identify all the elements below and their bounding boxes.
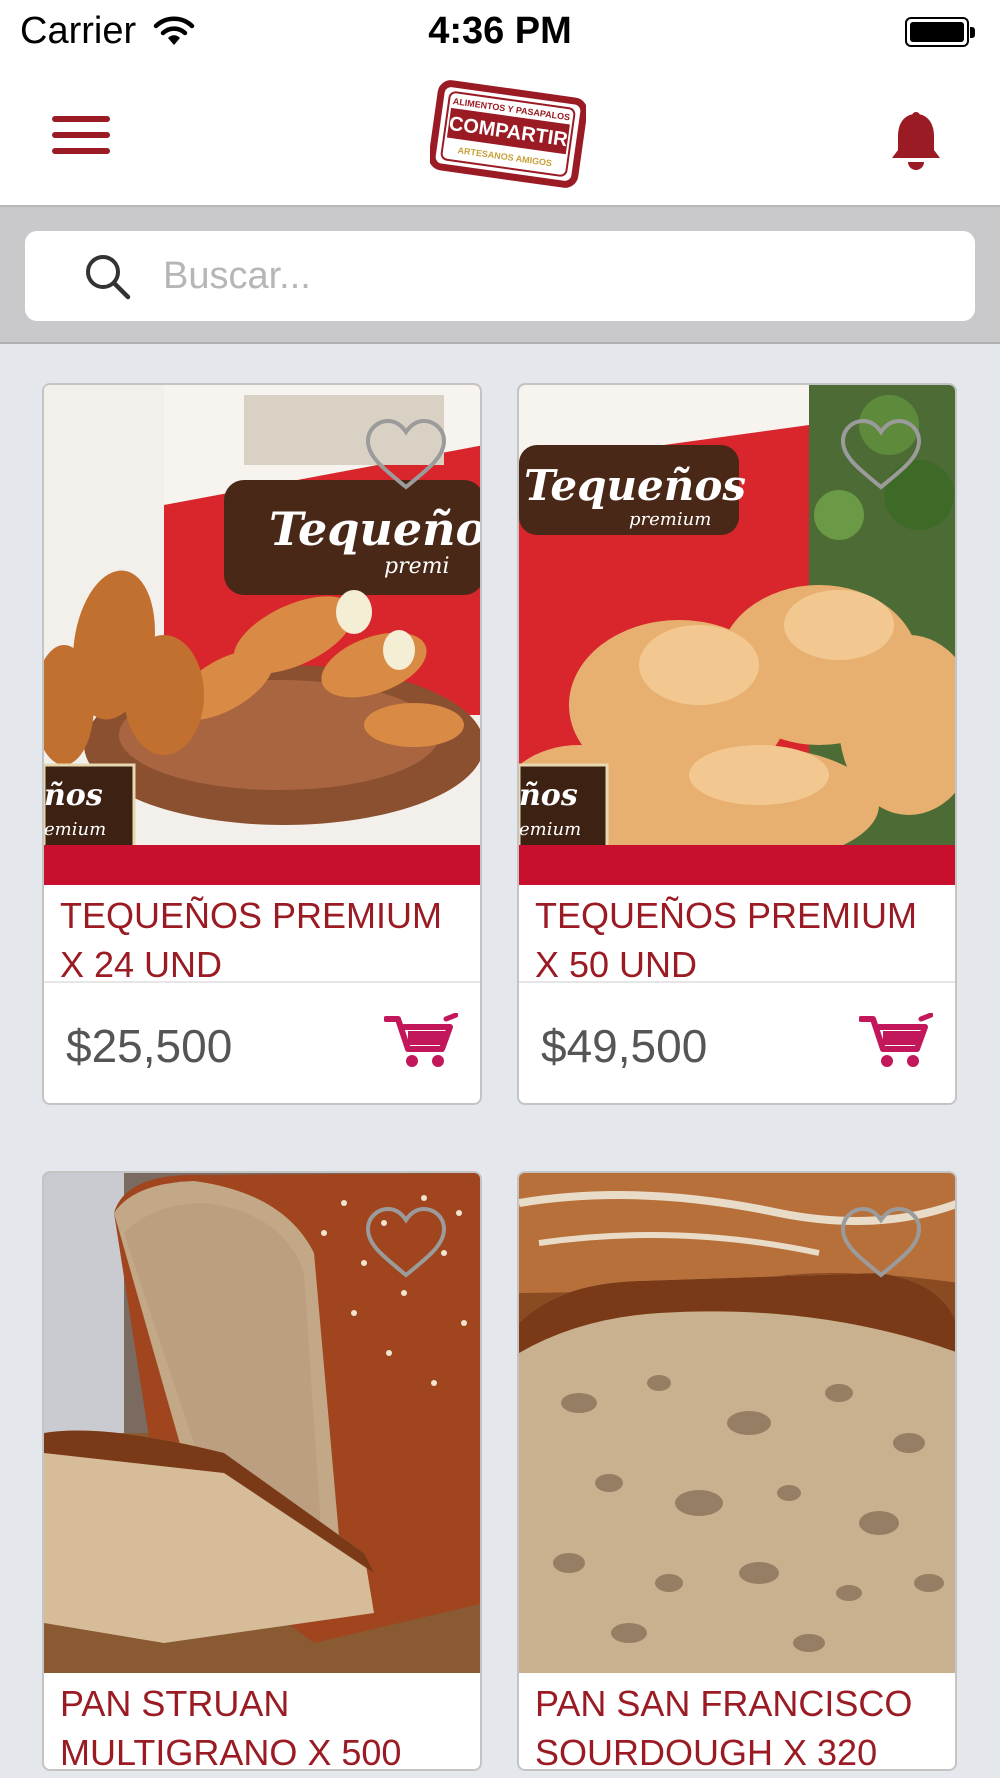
favorite-heart-icon[interactable] (364, 417, 448, 493)
product-title: PAN STRUAN MULTIGRANO X 500 GR (60, 1683, 402, 1771)
status-bar: Carrier 4:36 PM (0, 0, 1000, 68)
svg-text:Tequeño: Tequeño (269, 502, 480, 556)
product-card[interactable]: PAN STRUAN MULTIGRANO X 500 GR (42, 1171, 482, 1771)
svg-text:ños: ños (44, 778, 103, 813)
favorite-heart-icon[interactable] (839, 417, 923, 493)
battery-icon (905, 17, 975, 49)
svg-text:ños: ños (519, 778, 578, 813)
product-image-multigrain-bread[interactable] (44, 1173, 480, 1673)
product-image-tequenos-24[interactable]: Tequeño premi ños emium (44, 385, 480, 885)
favorite-heart-icon[interactable] (839, 1205, 923, 1281)
search-icon (86, 255, 131, 300)
add-to-cart-icon[interactable] (384, 1013, 458, 1069)
svg-text:premi: premi (384, 554, 450, 579)
svg-text:Tequeños: Tequeños (524, 461, 746, 510)
svg-text:emium: emium (44, 819, 106, 840)
product-card[interactable]: Tequeños premium ños emium TEQUEÑOS PREM… (517, 383, 957, 1105)
product-title: PAN SAN FRANCISCO SOURDOUGH X 320 GR (535, 1683, 913, 1771)
product-price: $49,500 (541, 1020, 708, 1072)
search-bar-container (0, 207, 1000, 344)
add-to-cart-icon[interactable] (859, 1013, 933, 1069)
search-input[interactable] (163, 231, 943, 321)
hamburger-menu-icon[interactable] (52, 116, 112, 160)
product-image-tequenos-50[interactable]: Tequeños premium ños emium (519, 385, 955, 885)
notification-bell-icon[interactable] (888, 110, 944, 174)
product-image-sourdough-bread[interactable] (519, 1173, 955, 1673)
svg-text:premium: premium (629, 509, 711, 530)
product-footer: $25,500 (44, 981, 480, 1103)
product-price: $25,500 (66, 1020, 233, 1072)
compartir-logo: ALIMENTOS Y PASAPALOS COMPARTIR ARTESANO… (430, 80, 586, 188)
nav-bar: ALIMENTOS Y PASAPALOS COMPARTIR ARTESANO… (0, 68, 1000, 207)
product-title: TEQUEÑOS PREMIUM X 50 UND (535, 895, 918, 985)
svg-text:emium: emium (519, 819, 581, 840)
product-card[interactable]: PAN SAN FRANCISCO SOURDOUGH X 320 GR (517, 1171, 957, 1771)
search-box[interactable] (25, 231, 975, 321)
product-footer: $49,500 (519, 981, 955, 1103)
favorite-heart-icon[interactable] (364, 1205, 448, 1281)
product-card[interactable]: Tequeño premi ños emium TEQUEÑOS PREMIUM… (42, 383, 482, 1105)
clock: 4:36 PM (428, 10, 572, 52)
product-title: TEQUEÑOS PREMIUM X 24 UND (60, 895, 443, 985)
